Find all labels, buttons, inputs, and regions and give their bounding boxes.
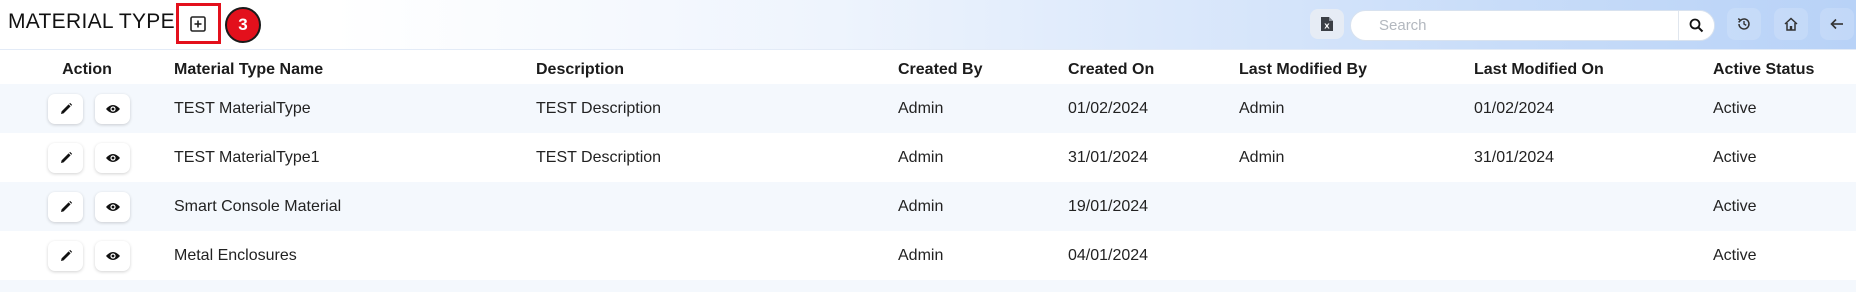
edit-pencil-icon bbox=[60, 151, 72, 163]
last-modified-by-cell bbox=[1239, 231, 1474, 280]
view-button[interactable] bbox=[95, 240, 130, 271]
column-header[interactable]: Created On bbox=[1068, 50, 1239, 84]
column-header[interactable]: Action bbox=[0, 50, 174, 84]
page-title: MATERIAL TYPE bbox=[8, 10, 175, 33]
material-type-name-cell: Smart Console Material bbox=[174, 182, 536, 231]
edit-button[interactable] bbox=[48, 93, 83, 124]
page-header: MATERIAL TYPE 3 X bbox=[0, 0, 1856, 50]
material-type-name-cell: TEST MaterialType1 bbox=[174, 133, 536, 182]
description-cell: TEST Description bbox=[536, 133, 898, 182]
home-button[interactable] bbox=[1774, 8, 1808, 40]
created-by-cell: Admin bbox=[898, 231, 1068, 280]
created-on-cell: 31/01/2024 bbox=[1068, 133, 1239, 182]
action-cell bbox=[0, 182, 174, 231]
column-header[interactable]: Last Modified By bbox=[1239, 50, 1474, 84]
search-button[interactable] bbox=[1678, 11, 1714, 40]
material-type-name-cell: Metal Enclosures bbox=[174, 231, 536, 280]
search-input[interactable] bbox=[1379, 11, 1669, 40]
description-cell bbox=[536, 231, 898, 280]
column-header[interactable]: Created By bbox=[898, 50, 1068, 84]
edit-button[interactable] bbox=[48, 240, 83, 271]
view-eye-icon bbox=[105, 104, 120, 113]
last-modified-by-cell: Admin bbox=[1239, 133, 1474, 182]
edit-pencil-icon bbox=[60, 102, 72, 114]
add-material-type-button[interactable] bbox=[188, 14, 208, 34]
active-status-cell: Active bbox=[1713, 84, 1856, 133]
step-badge: 3 bbox=[225, 7, 261, 43]
excel-export-icon: X bbox=[1321, 17, 1333, 31]
created-by-cell: Admin bbox=[898, 133, 1068, 182]
description-cell: TEST Description bbox=[536, 84, 898, 133]
active-status-cell: Active bbox=[1713, 133, 1856, 182]
back-arrow-icon bbox=[1830, 18, 1843, 30]
last-modified-on-cell: 31/01/2024 bbox=[1474, 133, 1713, 182]
table-row: TEST MaterialType TEST Description Admin… bbox=[0, 84, 1856, 133]
view-button[interactable] bbox=[95, 142, 130, 173]
action-cell bbox=[0, 84, 174, 133]
edit-button[interactable] bbox=[48, 142, 83, 173]
action-cell bbox=[0, 133, 174, 182]
view-button[interactable] bbox=[95, 93, 130, 124]
edit-button[interactable] bbox=[48, 191, 83, 222]
back-button[interactable] bbox=[1820, 8, 1854, 40]
column-header[interactable]: Description bbox=[536, 50, 898, 84]
excel-export-button[interactable]: X bbox=[1310, 9, 1344, 39]
home-icon bbox=[1784, 17, 1798, 31]
last-modified-by-cell bbox=[1239, 182, 1474, 231]
description-cell bbox=[536, 182, 898, 231]
created-by-cell: Admin bbox=[898, 182, 1068, 231]
action-cell bbox=[0, 231, 174, 280]
search-box bbox=[1350, 10, 1715, 41]
active-status-cell: Active bbox=[1713, 231, 1856, 280]
table-row-partial bbox=[0, 280, 1856, 292]
material-type-table: Action Material Type Name Description Cr… bbox=[0, 50, 1856, 292]
svg-text:X: X bbox=[1324, 23, 1330, 31]
table-header-row: Action Material Type Name Description Cr… bbox=[0, 50, 1856, 84]
edit-pencil-icon bbox=[60, 249, 72, 261]
created-on-cell: 01/02/2024 bbox=[1068, 84, 1239, 133]
created-on-cell: 19/01/2024 bbox=[1068, 182, 1239, 231]
view-eye-icon bbox=[105, 153, 120, 162]
edit-pencil-icon bbox=[60, 200, 72, 212]
view-eye-icon bbox=[105, 251, 120, 260]
view-button[interactable] bbox=[95, 191, 130, 222]
history-button[interactable] bbox=[1727, 8, 1761, 40]
table-row: TEST MaterialType1 TEST Description Admi… bbox=[0, 133, 1856, 182]
table-row: Smart Console Material Admin 19/01/2024 … bbox=[0, 182, 1856, 231]
last-modified-on-cell bbox=[1474, 182, 1713, 231]
created-by-cell: Admin bbox=[898, 84, 1068, 133]
search-icon bbox=[1689, 18, 1704, 33]
table-row: Metal Enclosures Admin 04/01/2024 Active bbox=[0, 231, 1856, 280]
last-modified-by-cell: Admin bbox=[1239, 84, 1474, 133]
last-modified-on-cell: 01/02/2024 bbox=[1474, 84, 1713, 133]
view-eye-icon bbox=[105, 202, 120, 211]
created-on-cell: 04/01/2024 bbox=[1068, 231, 1239, 280]
partial-row-cell bbox=[0, 280, 1856, 292]
material-type-name-cell: TEST MaterialType bbox=[174, 84, 536, 133]
column-header[interactable]: Material Type Name bbox=[174, 50, 536, 84]
add-box-icon bbox=[190, 16, 206, 32]
history-icon bbox=[1737, 17, 1750, 30]
active-status-cell: Active bbox=[1713, 182, 1856, 231]
column-header[interactable]: Active Status bbox=[1713, 50, 1856, 84]
last-modified-on-cell bbox=[1474, 231, 1713, 280]
column-header[interactable]: Last Modified On bbox=[1474, 50, 1713, 84]
